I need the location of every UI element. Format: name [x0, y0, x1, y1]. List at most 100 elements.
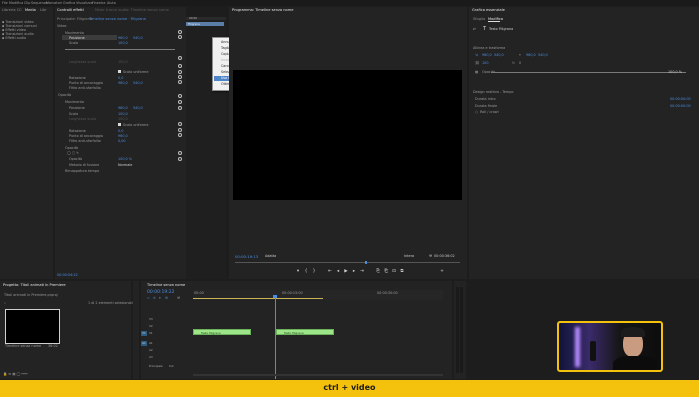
tab-essential-graphics[interactable]: Grafica essenziale — [472, 8, 505, 12]
master-value[interactable]: 0,0 — [169, 364, 173, 368]
add-icon[interactable]: + — [439, 269, 445, 275]
anchor-icon[interactable]: ⌖ — [519, 53, 521, 57]
keyframe-toggle[interactable] — [178, 122, 182, 126]
anchor-y-value[interactable]: 540,0 — [133, 81, 143, 85]
keyframe-toggle[interactable] — [178, 56, 182, 60]
program-scrubber[interactable] — [235, 262, 460, 263]
comparison-view-icon[interactable]: ⧉ — [399, 269, 405, 275]
wrench-icon[interactable]: ⚒ — [177, 296, 180, 300]
position-x-value[interactable]: 960,0 — [118, 36, 128, 40]
go-to-in-icon[interactable]: ⇤ — [327, 269, 333, 275]
keyframe-toggle[interactable] — [178, 30, 182, 34]
track-target-a1[interactable]: A1 — [141, 341, 147, 346]
play-icon[interactable]: ▶ — [343, 269, 349, 275]
uniform-scale-checkbox-2[interactable] — [118, 123, 121, 126]
video-viewport[interactable] — [233, 70, 462, 200]
tab-project[interactable]: Progetto: Titoli animati in Premiere — [3, 283, 66, 287]
rotation-value-2[interactable]: 0,0 — [118, 129, 123, 133]
mark-out-icon[interactable]: } — [311, 269, 317, 275]
blend-mode-select[interactable]: Normale — [118, 163, 132, 167]
motion-label-2[interactable]: Movimento — [65, 100, 84, 104]
folder-item[interactable]: ▪ Effetti audio — [2, 36, 26, 40]
keyframe-toggle[interactable] — [178, 128, 182, 132]
wrench-icon[interactable]: ⚒ — [429, 254, 432, 258]
fit-select[interactable]: Adatta — [265, 254, 276, 258]
tab-timeline[interactable]: Timeline senza nome — [147, 283, 185, 287]
opacity-value[interactable]: 100,0 % — [668, 70, 682, 74]
scale-link-icon[interactable]: ⛓ — [475, 61, 479, 65]
position-x-value-2[interactable]: 960,0 — [118, 106, 128, 110]
playhead-marker[interactable] — [365, 261, 367, 264]
track-target-v1[interactable]: V1 — [141, 331, 147, 336]
time-remap-label[interactable]: Rimappatura tempo — [65, 169, 99, 173]
menu-graphics[interactable]: Grafica — [63, 1, 75, 5]
menu-edit[interactable]: Modifica — [9, 1, 23, 5]
opacity-slider[interactable] — [491, 72, 686, 73]
anchor-x-value[interactable]: 960,0 — [526, 53, 536, 57]
menu-help[interactable]: Aiuto — [107, 1, 116, 5]
pos-y-value[interactable]: 540,0 — [494, 53, 504, 57]
keyframe-toggle[interactable] — [178, 151, 182, 155]
export-frame-icon[interactable]: ⊡ — [391, 269, 397, 275]
position-y-value-2[interactable]: 540,0 — [133, 106, 143, 110]
tab-libr[interactable]: Libr — [40, 8, 47, 12]
scale-value-2[interactable]: 100,0 — [118, 112, 128, 116]
sequence-thumbnail[interactable] — [5, 309, 60, 344]
keyframe-toggle[interactable] — [178, 80, 182, 84]
antiflicker-value-2[interactable]: 0,00 — [118, 139, 126, 143]
keyframe-toggle[interactable] — [178, 94, 182, 98]
menu-clip[interactable]: Clip — [24, 1, 30, 5]
anchor-y-value[interactable]: 540,0 — [538, 53, 548, 57]
step-back-icon[interactable]: ◂ — [335, 269, 341, 275]
tab-library-cc[interactable]: Libreria CC — [2, 8, 22, 12]
menu-window[interactable]: Finestra — [92, 1, 105, 5]
text-layer-icon[interactable]: T — [483, 26, 486, 32]
new-layer-icon[interactable]: ⇄ — [473, 27, 476, 31]
mask-shape-icons[interactable]: ◯ ▢ ✎ — [67, 151, 79, 155]
keyframe-toggle[interactable] — [178, 64, 182, 68]
scale-value[interactable]: 100 — [482, 61, 488, 65]
keyframe-toggle[interactable] — [178, 133, 182, 137]
add-marker-icon[interactable]: ▾ — [159, 296, 161, 300]
playhead-line[interactable] — [275, 295, 276, 379]
quality-select[interactable]: Intera — [404, 254, 414, 258]
tab-program-monitor[interactable]: Programma: Timeline senza nome — [232, 8, 293, 12]
position-y-value[interactable]: 540,0 — [133, 36, 143, 40]
layer-name[interactable]: Testo Filigrana — [489, 27, 513, 31]
intro-value[interactable]: 00:00:00:00 — [670, 97, 691, 101]
scale-slider[interactable] — [65, 49, 175, 50]
settings-icon[interactable]: ⚙ — [165, 296, 168, 300]
menu-view[interactable]: Visualizza — [76, 1, 93, 5]
timeline-timecode[interactable]: 00:00:19:22 — [147, 290, 174, 295]
go-to-out-icon[interactable]: ⇥ — [359, 269, 365, 275]
scale-value[interactable]: 100,0 — [118, 41, 128, 45]
search-icon[interactable]: ⌕ — [4, 301, 6, 305]
snap-icon[interactable]: ⊂ — [147, 296, 150, 300]
subtab-clip[interactable]: Timeline senza nome · Filigrana — [89, 17, 146, 21]
rotation-value[interactable]: 0,0 — [118, 76, 123, 80]
timeline-clip[interactable]: Testo filigrana — [193, 329, 251, 335]
project-footer-icons[interactable]: 🔒 ≡ ▦ ◯ ━━━ — [3, 372, 28, 376]
tab-effect-controls[interactable]: Controlli effetti — [57, 8, 84, 12]
time-ruler[interactable]: 00:00 00:00:15:00 00:00:30:00 — [193, 290, 443, 300]
timeline-clip[interactable]: Testo filigrana — [276, 329, 334, 335]
opacity-icon[interactable]: ▦ — [475, 70, 478, 74]
work-area-bar[interactable] — [193, 298, 323, 299]
menu-file[interactable]: File — [2, 1, 8, 5]
anchor-x-value[interactable]: 960,0 — [118, 81, 128, 85]
opacity-section-label[interactable]: Opacità — [65, 146, 78, 150]
rotation-value[interactable]: 0 — [519, 61, 521, 65]
tab-media[interactable]: Media — [25, 8, 36, 12]
pos-x-value[interactable]: 960,0 — [482, 53, 492, 57]
add-marker-icon[interactable]: ▾ — [295, 269, 301, 275]
subtab-master[interactable]: Principale: Filigrana — [57, 17, 92, 21]
menu-markers[interactable]: Marcatori — [46, 1, 62, 5]
section-opacity[interactable]: Opacità — [58, 93, 71, 97]
position-icon[interactable]: ⇲ — [475, 53, 478, 57]
opacity-value[interactable]: 100,0 % — [118, 157, 132, 161]
roll-checkbox[interactable]: ○ — [475, 110, 478, 114]
uniform-scale-checkbox[interactable] — [118, 70, 121, 73]
mark-in-icon[interactable]: { — [303, 269, 309, 275]
rotation-icon[interactable]: ↻ — [512, 61, 515, 65]
timeline-scrollbar[interactable] — [193, 374, 443, 376]
